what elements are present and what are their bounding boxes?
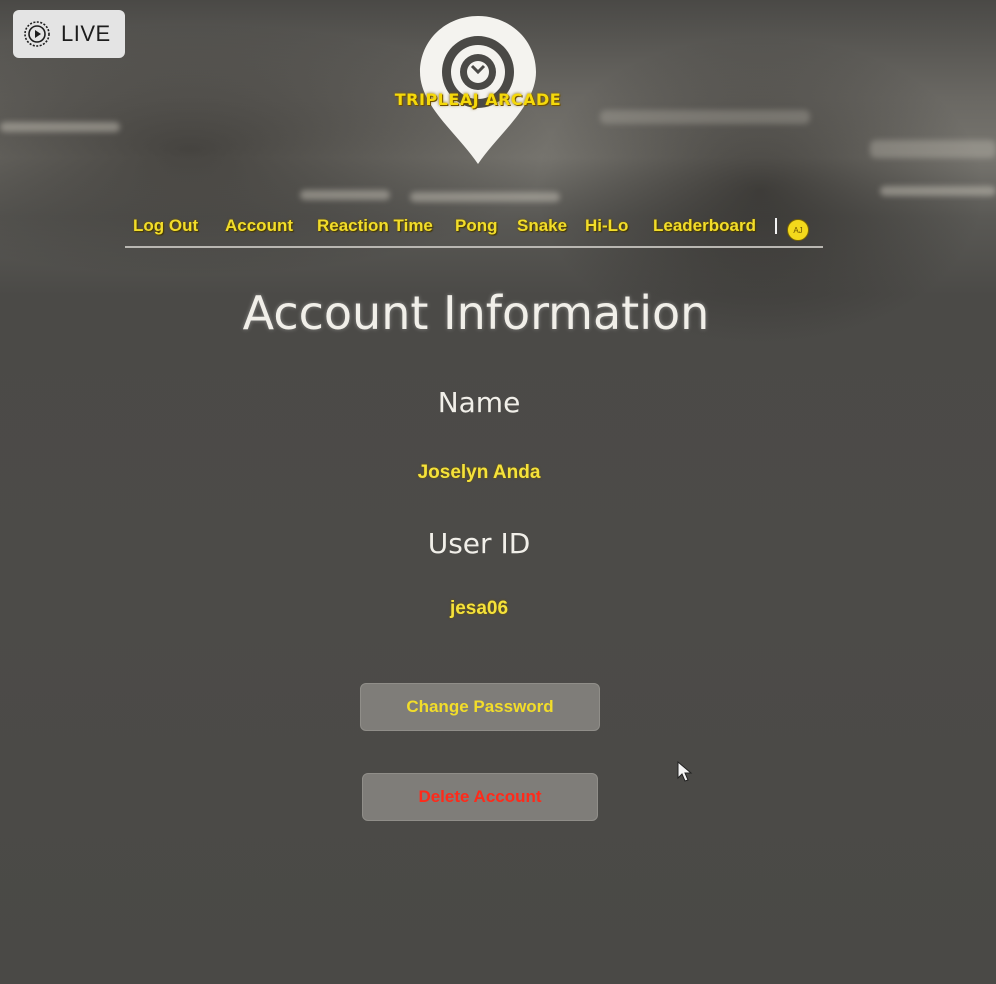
site-logo[interactable]: TRIPLEAJ ARCADE: [388, 14, 568, 169]
nav-snake[interactable]: Snake: [517, 216, 567, 236]
userid-value: jesa06: [449, 598, 509, 619]
user-avatar[interactable]: AJ: [787, 219, 809, 241]
nav-account[interactable]: Account: [225, 216, 293, 236]
name-label: Name: [437, 386, 521, 419]
nav-pong[interactable]: Pong: [455, 216, 498, 236]
nav-divider: [775, 218, 777, 234]
userid-label: User ID: [427, 527, 531, 560]
delete-account-button[interactable]: Delete Account: [362, 773, 598, 821]
nav-leaderboard[interactable]: Leaderboard: [653, 216, 756, 236]
page-title: Account Information: [242, 286, 710, 340]
logo-text: TRIPLEAJ ARCADE: [394, 90, 562, 109]
nav-log-out[interactable]: Log Out: [133, 216, 198, 236]
change-password-button[interactable]: Change Password: [360, 683, 600, 731]
main-nav: Log Out Account Reaction Time Pong Snake…: [125, 210, 823, 248]
play-circle-icon: [23, 20, 51, 48]
live-photo-badge[interactable]: LIVE: [13, 10, 125, 58]
glare-streak: [410, 192, 560, 202]
glare-streak: [880, 186, 996, 196]
glare-streak: [870, 140, 996, 158]
glare-streak: [0, 122, 120, 132]
name-value: Joselyn Anda: [417, 462, 541, 483]
nav-reaction-time[interactable]: Reaction Time: [317, 216, 433, 236]
mouse-cursor-icon: [677, 761, 693, 782]
nav-hi-lo[interactable]: Hi-Lo: [585, 216, 628, 236]
glare-streak: [300, 190, 390, 200]
live-label: LIVE: [61, 21, 111, 46]
glare-streak: [600, 110, 810, 124]
